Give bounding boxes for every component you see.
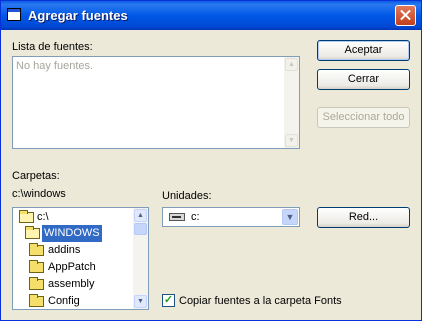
fonts-list-label: Lista de fuentes: [12, 41, 93, 53]
drives-select[interactable]: c: ▼ [162, 207, 300, 227]
window-title: Agregar fuentes [28, 8, 128, 23]
title-bar[interactable]: Agregar fuentes [1, 1, 421, 30]
folder-icon [29, 260, 44, 273]
scroll-down-icon[interactable]: ▼ [285, 134, 298, 147]
folder-item-label: Config [48, 295, 80, 307]
scroll-up-icon[interactable]: ▲ [134, 209, 147, 222]
close-icon[interactable] [395, 5, 416, 26]
hard-drive-icon [169, 213, 185, 221]
folder-open-icon [25, 226, 40, 239]
copy-fonts-label[interactable]: Copiar fuentes a la carpeta Fonts [179, 295, 342, 307]
folder-item-label: assembly [48, 278, 95, 290]
accept-button[interactable]: Aceptar [317, 40, 410, 61]
folder-item-label: addins [48, 244, 81, 256]
chevron-down-icon[interactable]: ▼ [282, 209, 298, 225]
scroll-thumb[interactable] [134, 223, 147, 235]
folder-item-label: WINDOWS [42, 225, 102, 242]
folder-icon [29, 294, 44, 307]
scroll-down-icon[interactable]: ▼ [134, 295, 147, 308]
close-button[interactable]: Cerrar [317, 69, 410, 90]
fonts-list-placeholder: No hay fuentes. [16, 60, 94, 72]
fonts-listbox[interactable]: No hay fuentes. ▲ ▼ [12, 56, 300, 149]
drives-label: Unidades: [162, 190, 212, 202]
drives-selected-value: c: [191, 211, 200, 223]
folder-item-label: AppPatch [48, 261, 96, 273]
folders-tree[interactable]: c:\ WINDOWS addins AppPatch assembly Con… [12, 207, 149, 310]
current-path: c:\windows [12, 188, 66, 200]
fonts-list-scrollbar[interactable]: ▲ ▼ [284, 57, 299, 148]
folder-item-label: c:\ [37, 211, 49, 223]
window-icon [7, 8, 21, 21]
copy-fonts-checkbox[interactable]: ✓ [162, 294, 175, 307]
folder-open-icon [19, 210, 34, 223]
folder-icon [29, 243, 44, 256]
folders-label: Carpetas: [12, 170, 60, 182]
add-fonts-dialog: Agregar fuentes Lista de fuentes: No hay… [0, 0, 422, 321]
select-all-button[interactable]: Seleccionar todo [317, 107, 410, 128]
scroll-up-icon[interactable]: ▲ [285, 58, 298, 71]
folders-scrollbar[interactable]: ▲ ▼ [133, 208, 148, 309]
network-button[interactable]: Red... [317, 207, 410, 228]
folder-icon [29, 277, 44, 290]
